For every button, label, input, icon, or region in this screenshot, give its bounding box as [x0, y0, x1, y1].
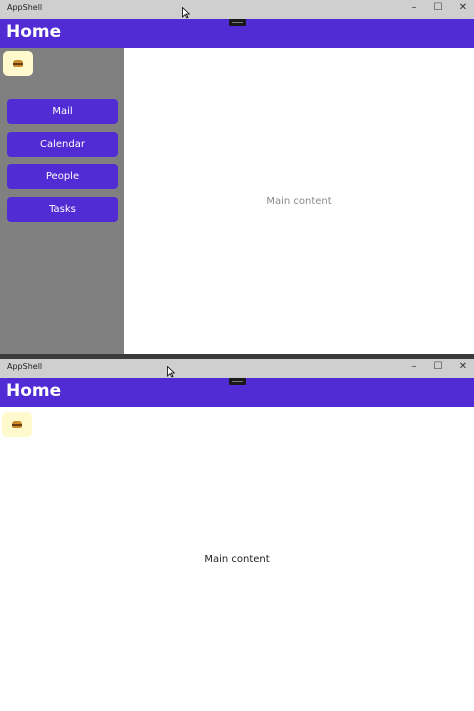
minimize-button[interactable]: – — [408, 361, 420, 373]
page-title: Home — [6, 22, 62, 42]
nav-calendar-button[interactable]: Calendar — [7, 132, 118, 157]
window-titlebar[interactable]: AppShell – ☐ ✕ — [0, 0, 474, 19]
hamburger-icon — [13, 60, 23, 67]
page-title: Home — [6, 381, 62, 401]
main-content: Main content — [266, 195, 332, 207]
mouse-cursor-icon — [167, 366, 175, 378]
window-title: AppShell — [7, 362, 43, 371]
nav-mail-button[interactable]: Mail — [7, 99, 118, 124]
nav-tasks-button[interactable]: Tasks — [7, 197, 118, 222]
app-window-collapsed: AppShell – ☐ ✕ Home Main content — [0, 359, 474, 711]
minimize-button[interactable]: – — [408, 2, 420, 14]
main-content: Main content — [204, 553, 270, 565]
close-button[interactable]: ✕ — [457, 361, 469, 373]
titlebar-handle — [229, 378, 246, 385]
window-title: AppShell — [7, 3, 43, 12]
nav-people-button[interactable]: People — [7, 164, 118, 189]
app-window-expanded: AppShell – ☐ ✕ Home Mail Calendar People… — [0, 0, 474, 354]
hamburger-menu-button[interactable] — [3, 51, 33, 76]
titlebar-handle — [229, 19, 246, 26]
maximize-button[interactable]: ☐ — [432, 361, 444, 373]
mouse-cursor-icon — [182, 7, 190, 19]
close-button[interactable]: ✕ — [457, 2, 469, 14]
maximize-button[interactable]: ☐ — [432, 2, 444, 14]
window-titlebar[interactable]: AppShell – ☐ ✕ — [0, 359, 474, 378]
